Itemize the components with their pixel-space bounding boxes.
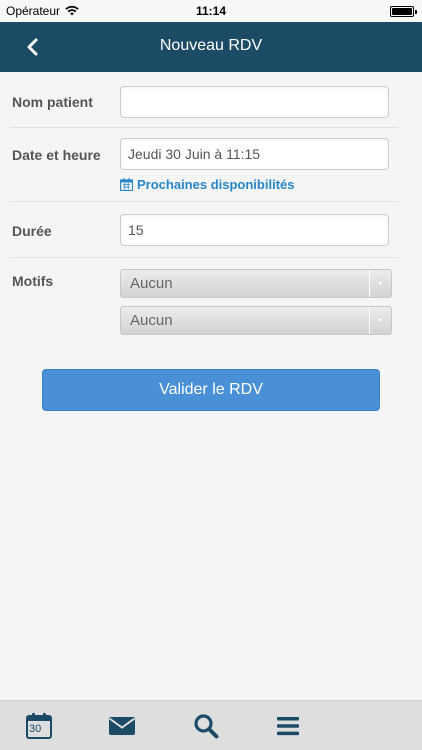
next-availability-link[interactable]: Prochaines disponibilités: [120, 177, 294, 192]
duration-label: Durée: [12, 223, 52, 239]
reason-select-1[interactable]: Aucun ▼: [120, 269, 392, 298]
calendar-icon: [120, 178, 133, 191]
dropdown-arrow-icon: ▼: [369, 270, 391, 297]
reason-select-value: Aucun: [130, 275, 173, 292]
next-availability-label: Prochaines disponibilités: [137, 177, 295, 192]
divider: [10, 127, 398, 128]
status-bar: Opérateur 11:14: [0, 0, 422, 22]
menu-icon: [277, 717, 299, 736]
divider: [10, 257, 398, 258]
divider: [10, 201, 398, 202]
tab-search[interactable]: [192, 712, 220, 740]
patient-name-input[interactable]: [120, 86, 389, 118]
tab-calendar[interactable]: 30: [25, 712, 53, 740]
page-title: Nouveau RDV: [159, 37, 263, 54]
reasons-label: Motifs: [12, 273, 54, 289]
search-icon: [194, 714, 219, 739]
envelope-icon: [108, 717, 136, 735]
submit-appointment-button[interactable]: Valider le RDV: [42, 369, 380, 411]
reason-select-2[interactable]: Aucun ▼: [120, 306, 392, 335]
reason-select-value: Aucun: [130, 312, 173, 329]
datetime-input[interactable]: Jeudi 30 Juin à 11:15: [120, 138, 389, 170]
tab-menu[interactable]: [274, 712, 302, 740]
dropdown-arrow-icon: ▼: [369, 307, 391, 334]
status-time: 11:14: [195, 4, 227, 18]
datetime-label: Date et heure: [12, 147, 101, 163]
patient-label: Nom patient: [12, 94, 93, 110]
navbar: Nouveau RDV: [0, 22, 422, 72]
duration-input[interactable]: 15: [120, 214, 389, 246]
battery-icon: [390, 6, 417, 17]
tab-messages[interactable]: [108, 712, 136, 740]
tab-bar: 30: [0, 700, 422, 750]
calendar-day: 30: [29, 723, 42, 735]
